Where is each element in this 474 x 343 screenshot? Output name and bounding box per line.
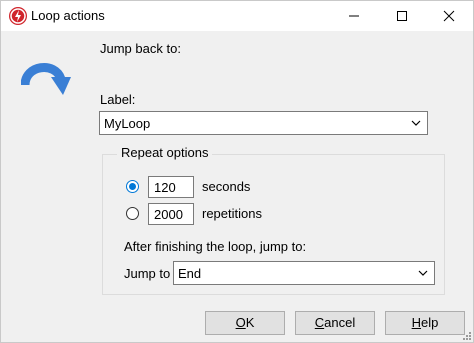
loop-actions-dialog: Loop actions Jump back to: Label: MyLoop… <box>0 0 474 343</box>
window-title: Loop actions <box>31 8 105 23</box>
chevron-down-icon <box>418 270 428 276</box>
after-finishing-label: After finishing the loop, jump to: <box>124 239 307 254</box>
minimize-button[interactable] <box>331 1 377 31</box>
ok-button[interactable]: OK <box>205 311 285 335</box>
repeat-options-title: Repeat options <box>117 145 213 160</box>
maximize-button[interactable] <box>379 1 425 31</box>
close-icon <box>443 10 455 22</box>
loop-back-arrow-icon <box>21 63 71 95</box>
help-button[interactable]: Help <box>385 311 465 335</box>
title-bar[interactable]: Loop actions <box>1 1 473 31</box>
repetitions-label: repetitions <box>202 206 262 221</box>
jump-back-label: Jump back to: <box>100 41 181 56</box>
jump-to-dropdown[interactable]: End <box>173 261 435 285</box>
jump-to-dropdown-value: End <box>178 266 202 281</box>
label-dropdown[interactable]: MyLoop <box>99 111 428 135</box>
jump-to-label: Jump to <box>124 266 171 281</box>
minimize-icon <box>349 15 359 17</box>
repetitions-radio[interactable] <box>126 207 139 220</box>
dialog-body: Jump back to: Label: MyLoop Repeat optio… <box>1 31 473 342</box>
app-bolt-icon <box>9 7 27 25</box>
maximize-icon <box>397 11 407 21</box>
seconds-input[interactable]: 120 <box>148 176 194 198</box>
seconds-radio[interactable] <box>126 180 139 193</box>
label-dropdown-value: MyLoop <box>104 116 151 131</box>
cancel-button[interactable]: Cancel <box>295 311 375 335</box>
seconds-label: seconds <box>202 179 251 194</box>
close-button[interactable] <box>426 1 472 31</box>
repetitions-input[interactable]: 2000 <box>148 203 194 225</box>
chevron-down-icon <box>411 120 421 126</box>
label-caption: Label: <box>100 92 136 107</box>
resize-grip-icon[interactable] <box>461 330 471 340</box>
